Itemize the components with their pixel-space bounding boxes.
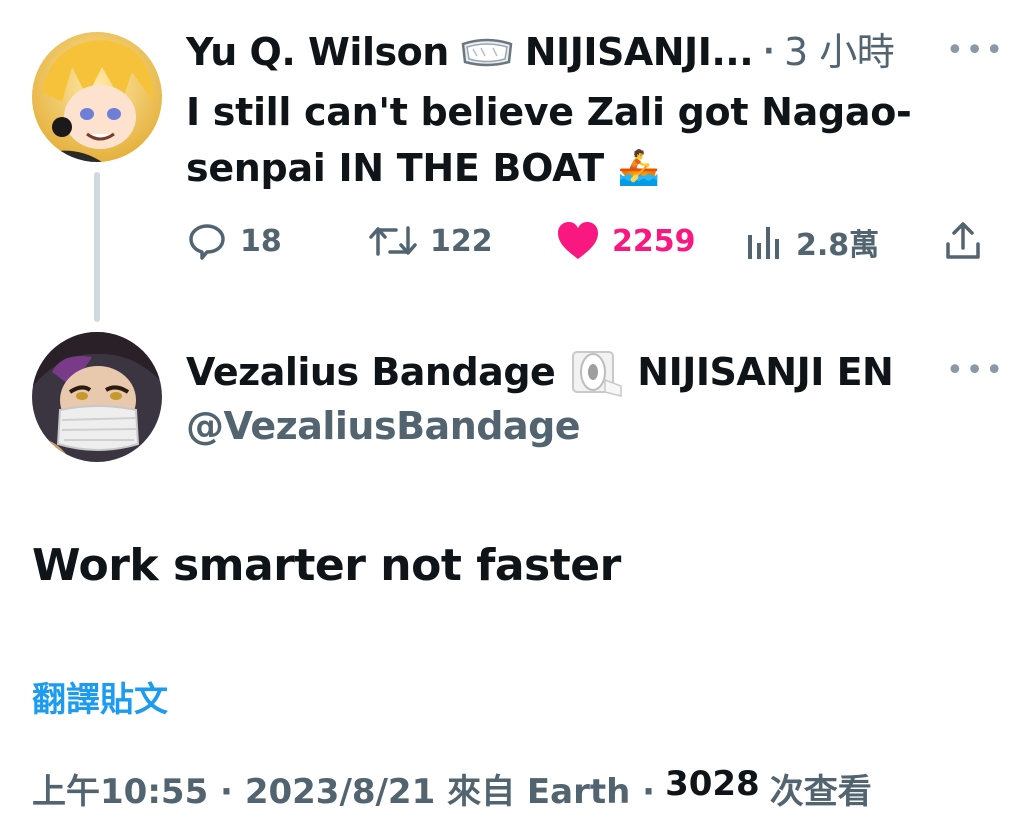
tweet-view-label: 次查看 — [769, 772, 872, 812]
reply-button[interactable]: 18 — [186, 220, 282, 262]
main-author-name[interactable]: Vezalius Bandage — [186, 350, 556, 394]
main-author-handle[interactable]: @VezaliusBandage — [186, 404, 581, 448]
views-icon — [744, 221, 784, 263]
retweet-button[interactable]: 122 — [368, 220, 493, 262]
main-tweet-header: Vezalius Bandage NIJISANJI EN — [186, 346, 894, 398]
parent-author-org[interactable]: NIJISANJI... — [525, 30, 754, 74]
parent-tweet-line2: senpai IN THE BOAT — [186, 146, 604, 190]
dot-separator: · — [763, 34, 775, 69]
views-count: 2.8萬 — [796, 228, 880, 263]
share-button[interactable] — [942, 220, 984, 262]
tweet-timestamp[interactable]: 上午10:55 · 2023/8/21 來自 Earth · — [32, 764, 655, 813]
thread-connector-line — [94, 172, 100, 322]
parent-avatar[interactable] — [32, 32, 162, 162]
reply-count: 18 — [240, 223, 282, 259]
parent-tweet-text: I still can't believe Zali got Nagao- se… — [186, 84, 966, 196]
main-author-org[interactable]: NIJISANJI EN — [637, 350, 894, 394]
goggles-icon — [459, 34, 515, 70]
share-icon — [942, 220, 984, 262]
parent-tweet-time[interactable]: 3 小時 — [784, 30, 895, 74]
rowboat-emoji: 🚣 — [617, 148, 660, 188]
main-avatar[interactable] — [32, 332, 162, 462]
parent-author-name[interactable]: Yu Q. Wilson — [186, 30, 449, 74]
retweet-icon — [368, 220, 418, 262]
translate-link[interactable]: 翻譯貼文 — [32, 672, 168, 721]
like-button[interactable]: 2259 — [556, 220, 696, 262]
tweet-view-count: 3028 — [665, 764, 760, 804]
like-count: 2259 — [612, 223, 696, 259]
parent-tweet-line1: I still can't believe Zali got Nagao- — [186, 90, 912, 134]
parent-action-bar: 18 122 2259 2.8萬 — [186, 218, 986, 266]
heart-icon — [556, 220, 600, 262]
more-icon[interactable]: ••• — [946, 356, 1005, 386]
parent-tweet-header: Yu Q. Wilson NIJISANJI... · 3 小時 — [186, 30, 895, 74]
tweet-meta: 上午10:55 · 2023/8/21 來自 Earth · 3028 次查看 — [32, 764, 872, 813]
views-button[interactable]: 2.8萬 — [744, 220, 879, 264]
main-tweet-text: Work smarter not faster — [32, 540, 621, 591]
toilet-paper-icon — [567, 346, 625, 398]
retweet-count: 122 — [430, 223, 493, 259]
reply-icon — [186, 220, 228, 262]
more-icon[interactable]: ••• — [946, 36, 1005, 66]
